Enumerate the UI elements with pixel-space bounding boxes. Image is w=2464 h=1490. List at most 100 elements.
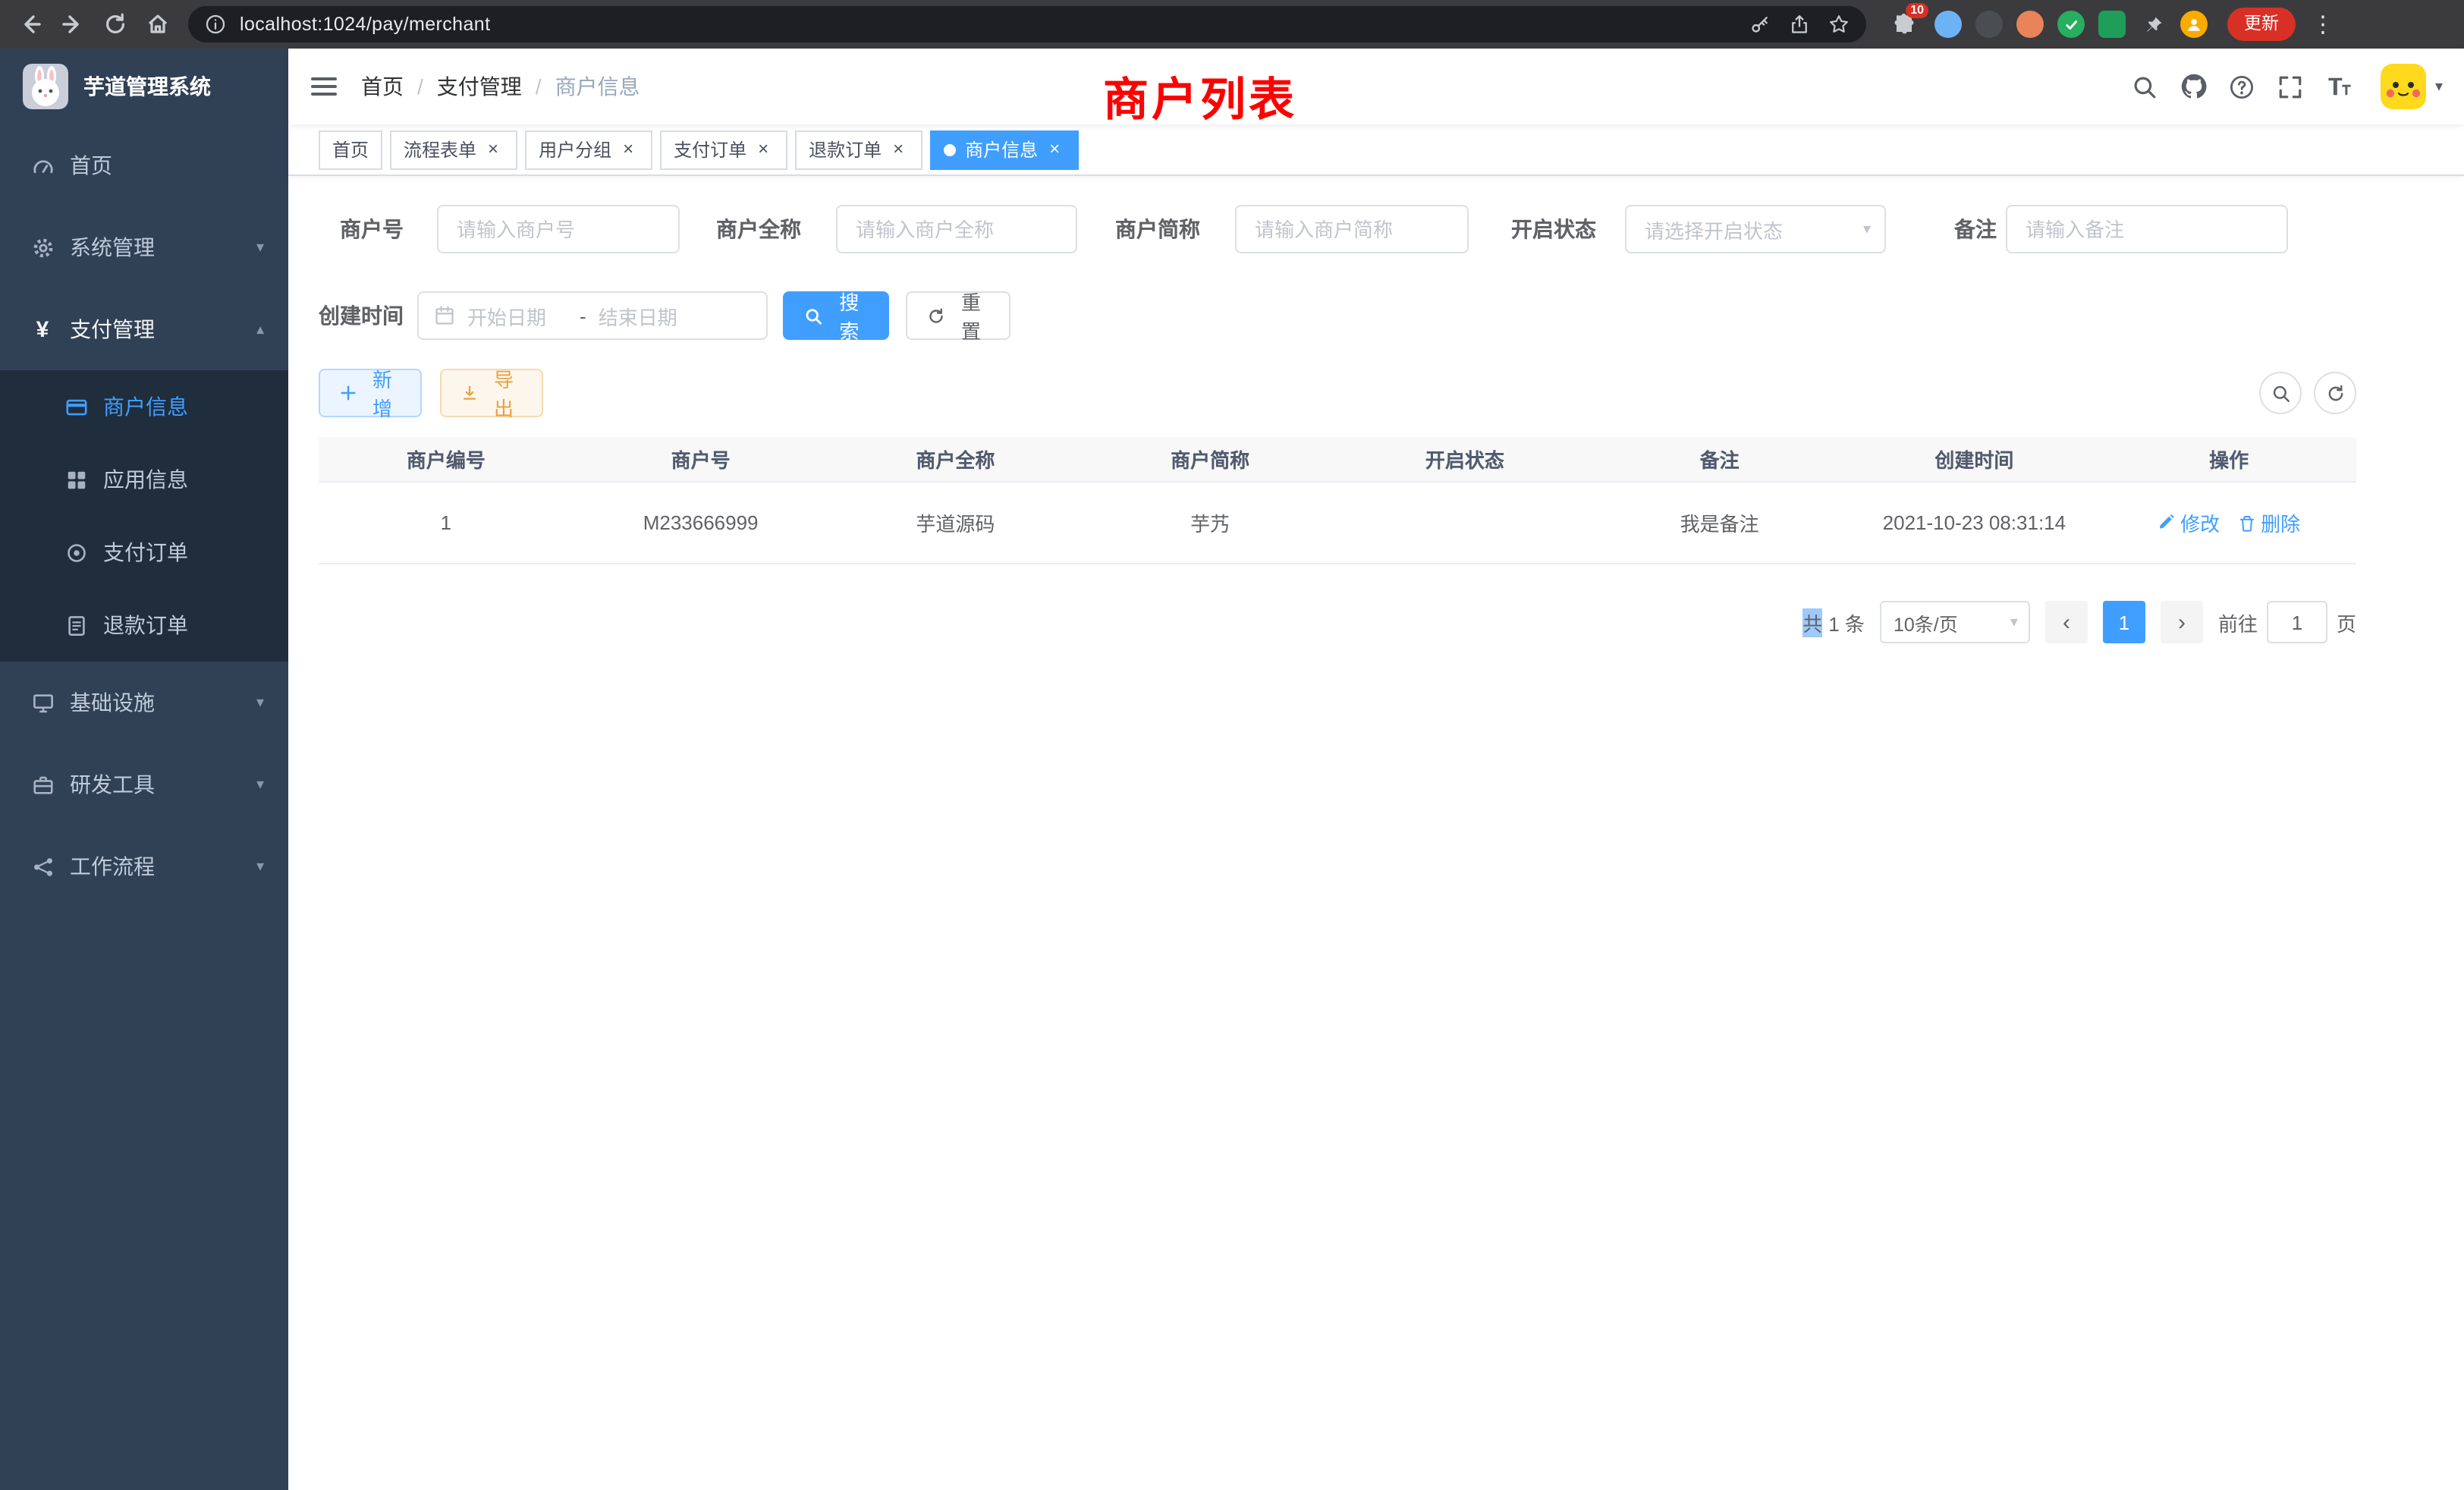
sidebar-item-label: 支付订单 [103,537,188,567]
sidebar-item-infrastructure[interactable]: 基础设施 ▾ [0,662,288,743]
status-select[interactable]: 请选择开启状态 ▾ [1625,205,1886,253]
date-separator: - [580,304,586,327]
tab-process-form[interactable]: 流程表单 × [390,130,517,169]
forward-icon[interactable] [55,6,91,42]
refresh-icon[interactable] [2314,372,2356,414]
page-annotation: 商户列表 [1103,62,1297,129]
share-icon[interactable] [1784,9,1815,39]
close-icon[interactable]: × [618,139,639,160]
chevron-down-icon: ▾ [256,239,264,256]
address-bar[interactable]: localhost:1024/pay/merchant [188,6,1866,42]
sidebar-item-label: 系统管理 [70,232,155,262]
sidebar-item-dev-tools[interactable]: 研发工具 ▾ [0,743,288,825]
top-navbar: 首页 / 支付管理 / 商户信息 商户列表 [288,49,2464,124]
short-name-input[interactable] [1235,205,1469,253]
help-icon[interactable] [2223,67,2262,106]
font-size-icon[interactable] [2320,67,2359,106]
gear-icon [30,235,55,259]
github-icon[interactable] [2174,67,2214,106]
trash-icon [2238,514,2256,532]
merchant-list-page: 商户号 商户全称 商户简称 开启状态 请选择开启状态 ▾ 备注 创建时间 [288,176,2464,1490]
table-header-row: 商户编号 商户号 商户全称 商户简称 开启状态 备注 创建时间 操作 [319,437,2356,483]
browser-update-button[interactable]: 更新 [2227,8,2296,41]
sidebar-item-pay-order[interactable]: 支付订单 [0,516,288,589]
prev-page-button[interactable]: ‹ [2045,601,2088,643]
column-header: 商户全称 [916,445,995,473]
key-icon[interactable] [1745,9,1775,39]
url-text[interactable]: localhost:1024/pay/merchant [240,14,490,35]
logo-avatar [23,64,68,109]
close-icon[interactable]: × [888,139,909,160]
extension-icon[interactable] [2098,11,2126,38]
page-1-button[interactable]: 1 [2103,601,2145,643]
edit-link[interactable]: 修改 [2158,508,2220,537]
tab-user-group[interactable]: 用户分组 × [525,130,652,169]
tab-home[interactable]: 首页 [319,130,382,169]
delete-link[interactable]: 删除 [2238,508,2300,537]
add-button[interactable]: 新增 [319,369,422,417]
sidebar-item-refund-order[interactable]: 退款订单 [0,589,288,662]
filter-label: 商户简称 [1115,205,1200,253]
close-icon[interactable]: × [482,139,504,160]
star-icon[interactable] [1824,9,1854,39]
sidebar-item-home[interactable]: 首页 [0,124,288,206]
extensions-area: 10 更新 ⋮ [1887,8,2337,41]
tab-label: 商户信息 [965,137,1038,162]
full-name-input[interactable] [836,205,1077,253]
sidebar-toggle-icon[interactable] [288,73,360,100]
sidebar-item-app-info[interactable]: 应用信息 [0,443,288,516]
merchant-no-input[interactable] [437,205,680,253]
user-avatar[interactable] [2381,64,2426,109]
goto-page-input[interactable] [2267,601,2327,643]
show-search-toggle-icon[interactable] [2259,372,2302,414]
cell-short-name: 芋艿 [1190,508,1230,537]
sidebar-item-label: 首页 [70,150,112,181]
date-end-placeholder: 结束日期 [599,301,699,330]
page-size-select[interactable]: 10条/页 ▾ [1880,601,2030,643]
search-button[interactable]: 搜索 [783,291,889,340]
toolbox-icon [30,772,55,797]
sidebar-item-payment[interactable]: ¥ 支付管理 ▾ [0,288,288,370]
sidebar-item-system[interactable]: 系统管理 ▾ [0,206,288,288]
tab-refund-order[interactable]: 退款订单 × [795,130,922,169]
search-icon[interactable] [2126,67,2165,106]
table-row: 1 M233666999 芋道源码 芋艿 我是备注 2021-10-23 08:… [319,483,2356,564]
next-page-button[interactable]: › [2161,601,2203,643]
extensions-badge: 10 [1906,3,1928,18]
breadcrumb-item[interactable]: 支付管理 [437,71,522,102]
close-icon[interactable]: × [753,139,774,160]
chevron-down-icon: ▾ [1863,222,1871,238]
merchant-table: 商户编号 商户号 商户全称 商户简称 开启状态 备注 创建时间 操作 1 M23… [319,437,2356,564]
browser-menu-icon[interactable]: ⋮ [2309,11,2337,38]
pin-icon[interactable] [2139,11,2167,38]
profile-avatar[interactable] [2180,11,2208,38]
tab-pay-order[interactable]: 支付订单 × [660,130,787,169]
filter-label: 创建时间 [319,291,404,340]
remark-input[interactable] [2006,205,2288,253]
breadcrumb-item[interactable]: 首页 [361,71,404,102]
info-icon[interactable] [200,9,231,39]
extension-icon[interactable] [2057,11,2085,38]
fullscreen-icon[interactable] [2271,67,2311,106]
create-time-range-picker[interactable]: 开始日期 - 结束日期 [417,291,768,340]
reload-icon[interactable] [97,6,134,42]
reset-button[interactable]: 重置 [906,291,1010,340]
sidebar-item-workflow[interactable]: 工作流程 ▾ [0,825,288,907]
extension-icon[interactable] [1934,11,1962,38]
extension-icon[interactable] [1975,11,2003,38]
app-logo[interactable]: 芋道管理系统 [0,49,288,124]
sidebar-item-merchant-info[interactable]: 商户信息 [0,370,288,443]
extensions-puzzle-icon[interactable]: 10 [1887,8,1921,41]
column-header: 操作 [2209,445,2249,473]
tab-label: 流程表单 [404,137,476,162]
back-icon[interactable] [12,6,49,42]
export-button[interactable]: 导出 [440,369,543,417]
chevron-down-icon[interactable]: ▾ [2435,78,2443,95]
tab-merchant-info[interactable]: 商户信息 × [930,130,1079,169]
cell-full-name: 芋道源码 [916,508,995,537]
close-icon[interactable]: × [1044,139,1065,160]
extension-icon[interactable] [2016,11,2044,38]
home-icon[interactable] [140,6,176,42]
sidebar-item-label: 支付管理 [70,314,155,344]
browser-toolbar: localhost:1024/pay/merchant 10 [0,0,2464,49]
